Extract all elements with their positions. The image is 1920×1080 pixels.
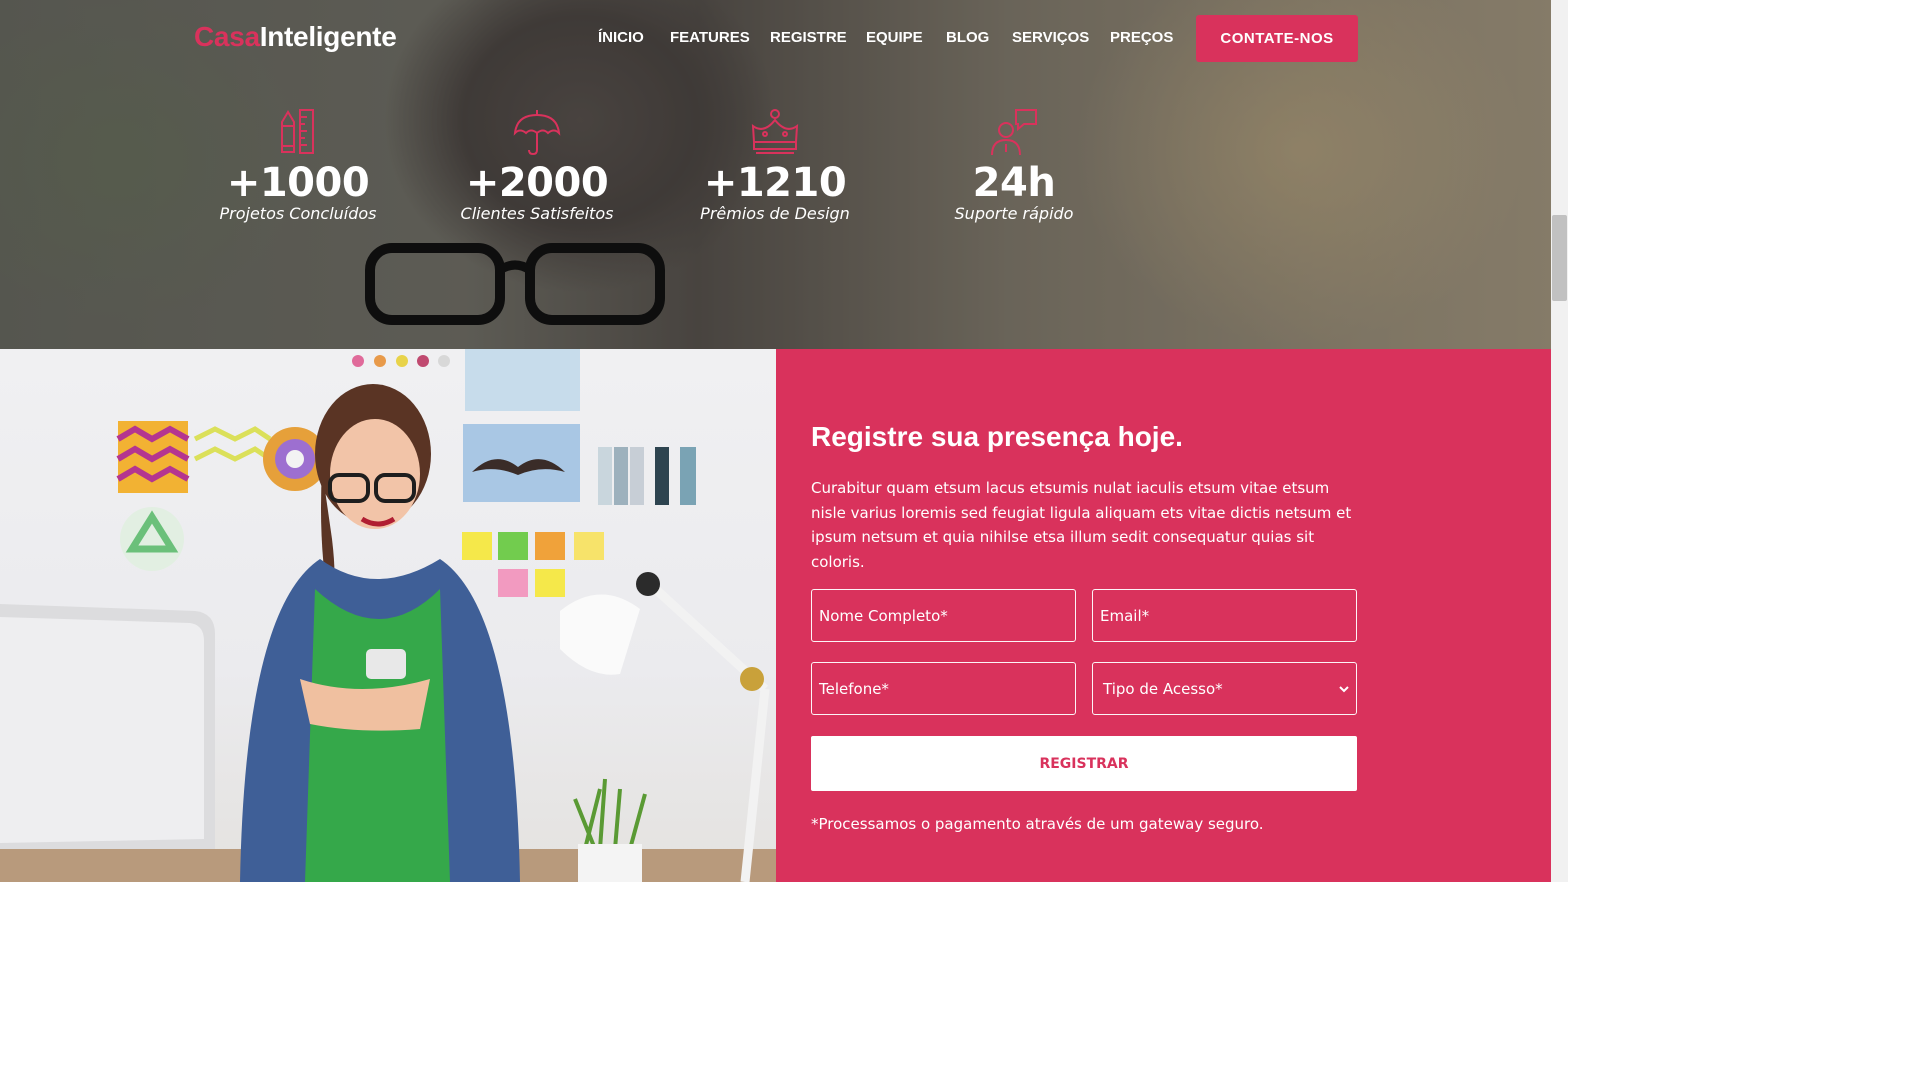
woman-with-phone-illustration [0,349,776,882]
register-title: Registre sua presença hoje. [811,421,1183,452]
hero-stats-section: CasaInteligente ÍNICIO FEATURES REGISTRE… [0,0,1551,349]
umbrella-icon [427,100,647,156]
nav-item-equipe[interactable]: EQUIPE [866,29,923,47]
scrollbar-thumb[interactable] [1552,215,1567,301]
stat-clients: +2000 Clientes Satisfeitos [427,100,647,224]
nav-item-precos[interactable]: PREÇOS [1110,29,1173,47]
register-button[interactable]: REGISTRAR [811,736,1357,791]
stat-value: +2000 [465,160,609,206]
support-chat-icon [904,100,1124,156]
stat-projects: +1000 Projetos Concluídos [188,100,408,224]
stat-awards: +1210 Prêmios de Design [665,100,885,224]
phone-field[interactable]: Telefone* [811,662,1076,715]
stat-label: Clientes Satisfeitos [460,204,614,223]
stat-label: Suporte rápido [954,204,1074,223]
access-type-value: Tipo de Acesso* [1103,679,1223,698]
stat-label: Projetos Concluídos [219,204,377,223]
nav-item-inicio[interactable]: ÍNICIO [598,29,644,47]
nav-item-blog[interactable]: BLOG [946,29,989,47]
register-description: Curabitur quam etsum lacus etsumis nulat… [811,479,1352,571]
stat-value: +1000 [226,160,370,206]
page-scrollbar[interactable] [1551,0,1568,882]
nav-item-registre[interactable]: REGISTRE [770,29,847,47]
register-photo [0,349,776,882]
nav-item-features[interactable]: FEATURES [670,29,750,47]
stat-label: Prêmios de Design [700,204,850,223]
contact-button[interactable]: CONTATE-NOS [1196,15,1358,62]
access-type-select[interactable]: Tipo de Acesso* [1092,662,1357,715]
crown-icon [665,100,885,156]
payment-note: *Processamos o pagamento através de um g… [811,815,1264,833]
pencil-ruler-icon [188,100,408,156]
full-name-placeholder: Nome Completo* [819,606,948,625]
chevron-down-icon [1339,685,1349,692]
register-section: Registre sua presença hoje. Curabitur qu… [776,349,1551,882]
email-placeholder: Email* [1100,606,1150,625]
email-field[interactable]: Email* [1092,589,1357,642]
full-name-field[interactable]: Nome Completo* [811,589,1076,642]
nav-item-servicos[interactable]: SERVIÇOS [1012,29,1089,47]
phone-placeholder: Telefone* [819,679,889,698]
stat-support: 24h Suporte rápido [904,100,1124,224]
stat-value: +1210 [703,160,847,206]
stat-value: 24h [972,160,1056,206]
